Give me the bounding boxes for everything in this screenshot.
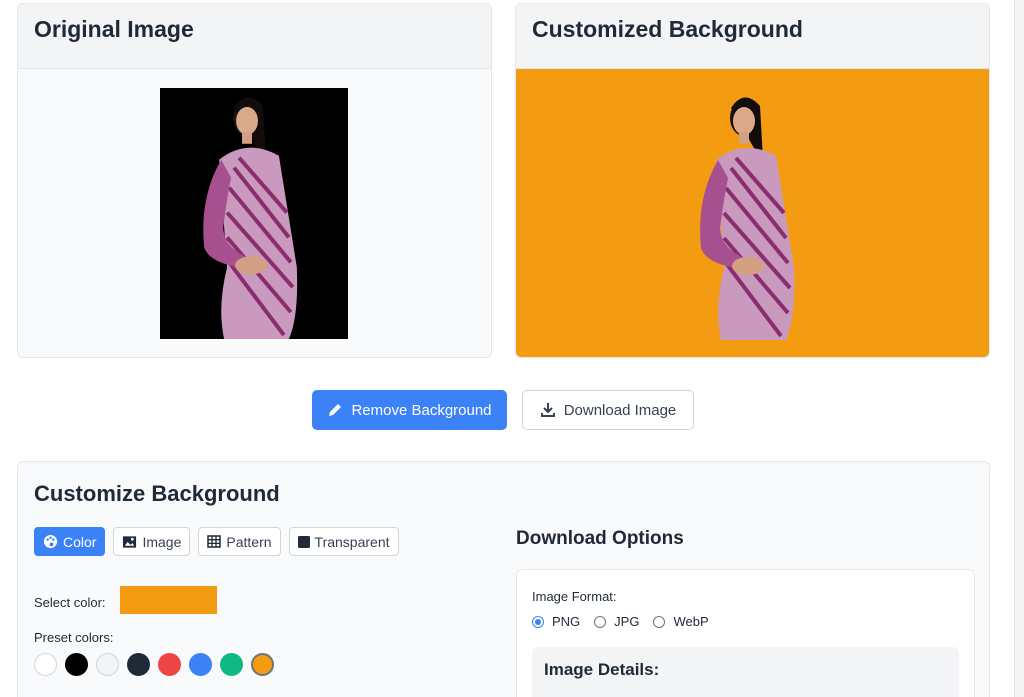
- tab-image-label: Image: [142, 533, 182, 550]
- format-png-option[interactable]: PNG: [532, 614, 580, 629]
- preset-red[interactable]: [158, 653, 181, 676]
- format-webp-label: WebP: [673, 614, 709, 629]
- original-image-title: Original Image: [18, 4, 491, 69]
- grid-icon: [207, 535, 222, 548]
- customize-card: Customize Background Color Image Pattern: [17, 461, 990, 697]
- format-jpg-label: JPG: [614, 614, 640, 629]
- tab-transparent[interactable]: Transparent: [288, 527, 399, 556]
- preset-dark-slate[interactable]: [127, 653, 150, 676]
- original-image-area: [18, 69, 491, 357]
- palette-icon: [43, 534, 58, 549]
- format-png-radio[interactable]: [532, 615, 544, 628]
- cutout-photo: [676, 88, 826, 340]
- remove-background-label: Remove Background: [351, 401, 492, 419]
- preset-blue[interactable]: [189, 653, 212, 676]
- image-format-label: Image Format:: [532, 589, 617, 604]
- preset-black[interactable]: [65, 653, 88, 676]
- tab-transparent-label: Transparent: [314, 533, 390, 550]
- download-options-box: Image Format: PNG JPG WebP Image Details…: [516, 569, 975, 697]
- color-picker-swatch[interactable]: [120, 586, 217, 614]
- customized-background-panel: Customized Background: [515, 3, 990, 358]
- customized-background-area: [516, 69, 989, 357]
- customize-title: Customize Background: [34, 481, 280, 506]
- download-image-button[interactable]: Download Image: [522, 390, 694, 430]
- tab-pattern-label: Pattern: [226, 533, 272, 550]
- background-type-tabs: Color Image Pattern Transparent: [34, 527, 399, 556]
- download-options-title: Download Options: [516, 528, 684, 549]
- image-icon: [122, 535, 137, 549]
- image-details-title: Image Details:: [544, 660, 660, 679]
- format-radio-group: PNG JPG WebP: [532, 614, 709, 629]
- preset-colors-label: Preset colors:: [34, 630, 114, 645]
- pencil-icon: [327, 402, 343, 418]
- download-icon: [540, 402, 556, 418]
- format-webp-option[interactable]: WebP: [653, 614, 709, 629]
- original-photo: [160, 88, 348, 339]
- preset-light-gray[interactable]: [96, 653, 119, 676]
- format-png-label: PNG: [552, 614, 581, 629]
- tab-image[interactable]: Image: [113, 527, 191, 556]
- preset-colors: [34, 653, 274, 676]
- scrollbar[interactable]: [1014, 0, 1024, 697]
- download-image-label: Download Image: [563, 401, 677, 419]
- tab-pattern[interactable]: Pattern: [198, 527, 281, 556]
- remove-background-button[interactable]: Remove Background: [312, 390, 507, 430]
- tab-color-label: Color: [63, 533, 97, 550]
- square-icon: [297, 535, 310, 548]
- format-jpg-radio[interactable]: [594, 615, 607, 628]
- select-color-label: Select color:: [34, 595, 106, 610]
- preset-green[interactable]: [220, 653, 243, 676]
- preset-white[interactable]: [34, 653, 57, 676]
- format-jpg-option[interactable]: JPG: [594, 614, 639, 629]
- image-details-section: Image Details:: [532, 647, 959, 697]
- format-webp-radio[interactable]: [653, 615, 666, 628]
- page: Original Image Customized Background Rem…: [0, 0, 1024, 697]
- customized-background-title: Customized Background: [516, 4, 989, 69]
- tab-color[interactable]: Color: [34, 527, 106, 556]
- preset-orange-selected[interactable]: [251, 653, 274, 676]
- original-image-panel: Original Image: [17, 3, 492, 358]
